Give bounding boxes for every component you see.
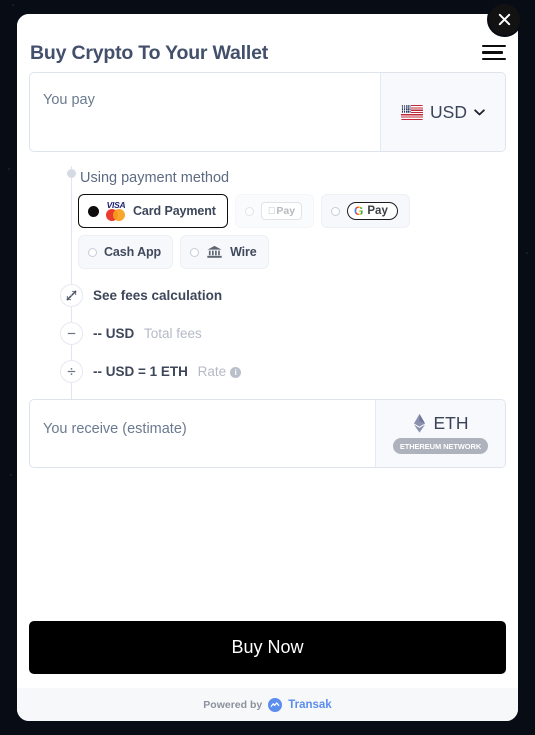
payment-option-label: Pay xyxy=(359,205,387,217)
google-g-icon: G xyxy=(354,205,363,217)
transak-logo-icon xyxy=(268,697,283,712)
total-fees-label: Total fees xyxy=(144,326,202,341)
radio-wire xyxy=(190,247,200,257)
background-speck xyxy=(10,474,12,476)
radio-applepay xyxy=(244,206,254,216)
hamburger-line xyxy=(482,51,503,54)
buy-now-button[interactable]: Buy Now xyxy=(29,621,506,674)
payment-option-label: Pay xyxy=(268,205,295,217)
close-x-glyph xyxy=(498,13,511,26)
fiat-currency-selector[interactable]: USD xyxy=(380,73,505,151)
chevron-down-icon xyxy=(474,108,485,115)
payment-option-googlepay[interactable]: G Pay xyxy=(321,194,410,228)
network-badge: ETHEREUM NETWORK xyxy=(392,438,489,454)
crypto-currency-selector[interactable]: ETH ETHEREUM NETWORK xyxy=(375,400,505,467)
google-pay-logo: G Pay xyxy=(347,202,398,220)
payment-method-label: Using payment method xyxy=(80,170,230,186)
you-pay-label: You pay xyxy=(43,92,95,108)
divide-icon xyxy=(60,360,83,383)
see-fees-calculation[interactable]: See fees calculation xyxy=(93,288,222,303)
fiat-currency-code: USD xyxy=(430,101,467,122)
background-speck xyxy=(12,4,14,6)
hamburger-menu-icon[interactable] xyxy=(482,45,506,62)
payment-option-card[interactable]: VISA Card Payment xyxy=(78,194,228,228)
crypto-currency-code: ETH xyxy=(433,413,469,433)
hamburger-line xyxy=(482,45,506,48)
payment-option-label: Cash App xyxy=(104,245,161,259)
timeline-start-dot xyxy=(67,169,76,178)
radio-cashapp xyxy=(88,247,97,257)
payment-option-cashapp[interactable]: Cash App xyxy=(78,235,174,269)
minus-icon xyxy=(60,322,83,345)
total-fees-row: -- USD Total fees xyxy=(93,326,202,341)
visa-mastercard-logo: VISA xyxy=(106,201,126,222)
crypto-row: ETH xyxy=(413,413,469,434)
mastercard-logo xyxy=(106,209,126,222)
you-receive-box: You receive (estimate) ETH ETHEREUM NETW… xyxy=(29,399,506,468)
radio-card xyxy=(88,205,99,217)
you-pay-input-wrap[interactable]: You pay xyxy=(30,73,380,151)
background-speck xyxy=(8,168,10,170)
radio-googlepay xyxy=(331,206,341,216)
powered-by-label: Powered by xyxy=(203,698,263,711)
background-speck xyxy=(526,252,528,254)
you-pay-box: You pay USD xyxy=(29,72,506,152)
info-icon[interactable]: i xyxy=(230,367,242,378)
apple-pay-logo:  Pay xyxy=(260,202,303,220)
modal-header: Buy Crypto To Your Wallet xyxy=(17,14,518,72)
footer-branding: Powered by Transak xyxy=(17,688,518,721)
payment-option-label: Card Payment xyxy=(133,204,216,218)
payment-option-applepay[interactable]:  Pay xyxy=(234,194,315,228)
hamburger-line xyxy=(482,57,506,61)
bank-icon xyxy=(207,245,222,258)
expand-arrows-icon[interactable] xyxy=(60,284,83,307)
us-flag-icon xyxy=(401,104,424,120)
close-icon[interactable] xyxy=(487,2,522,37)
rate-value: -- USD = 1 ETH xyxy=(93,364,188,379)
app-screen: Buy Crypto To Your Wallet You pay USD Us… xyxy=(0,0,535,735)
rate-row: -- USD = 1 ETH Rate i xyxy=(93,364,242,379)
visa-logo: VISA xyxy=(106,199,126,210)
payment-method-options: VISA Card Payment  Pay xyxy=(78,194,508,269)
modal-body: Buy Crypto To Your Wallet You pay USD Us… xyxy=(17,14,518,688)
page-title: Buy Crypto To Your Wallet xyxy=(30,42,269,64)
you-receive-label: You receive (estimate) xyxy=(43,421,187,437)
total-fees-value: -- USD xyxy=(93,326,135,341)
see-fees-label: See fees calculation xyxy=(93,288,223,303)
ethereum-icon xyxy=(413,414,425,433)
brand-name: Transak xyxy=(288,698,332,711)
rate-label: Rate xyxy=(197,364,227,379)
payment-option-label: Wire xyxy=(230,245,257,259)
you-receive-input-wrap[interactable]: You receive (estimate) xyxy=(30,400,375,467)
payment-option-wire[interactable]: Wire xyxy=(180,235,269,269)
buy-crypto-modal: Buy Crypto To Your Wallet You pay USD Us… xyxy=(17,14,518,721)
apple-icon:  xyxy=(268,206,276,217)
